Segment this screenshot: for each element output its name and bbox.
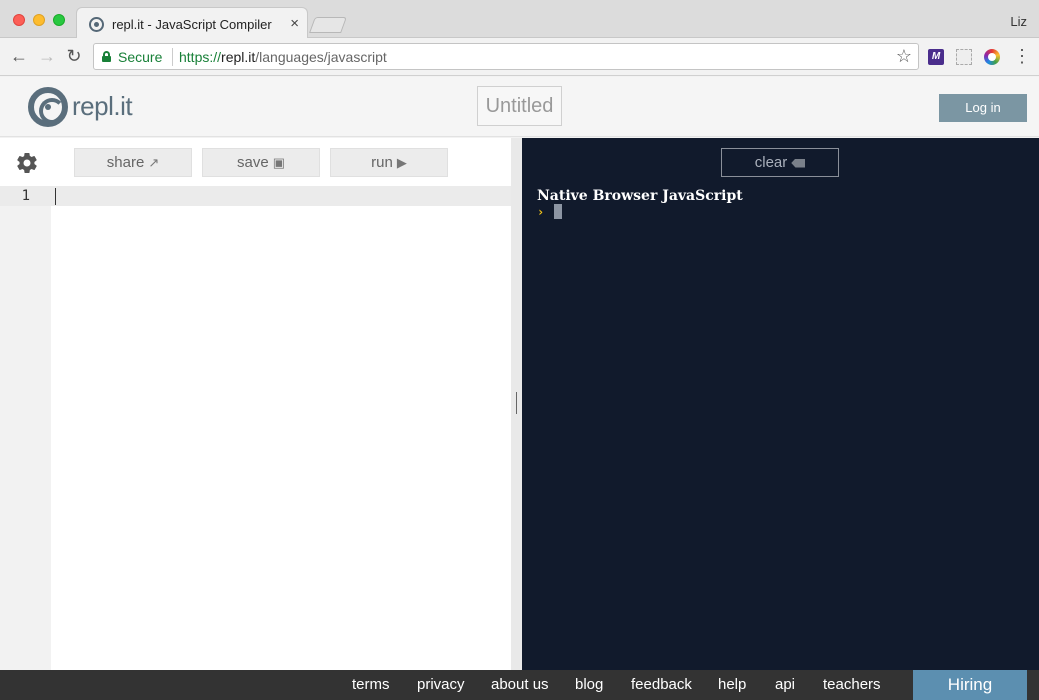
- footer-link-teachers[interactable]: teachers: [823, 676, 881, 693]
- minimize-window-button[interactable]: [33, 14, 45, 26]
- share-icon: ↗: [148, 155, 160, 170]
- clear-button[interactable]: clear: [721, 148, 839, 177]
- replit-favicon-icon: [89, 17, 104, 32]
- console-cursor[interactable]: [554, 204, 562, 219]
- tab-close-icon[interactable]: ×: [290, 15, 299, 32]
- forward-arrow-icon[interactable]: →: [37, 46, 57, 66]
- lock-icon: [102, 51, 111, 62]
- browser-window: repl.it - JavaScript Compiler × Liz ← → …: [0, 0, 1039, 700]
- backspace-icon: [791, 158, 806, 168]
- footer-link-help[interactable]: help: [718, 676, 746, 693]
- active-line-highlight[interactable]: [0, 186, 511, 206]
- editor-cursor: [55, 188, 56, 205]
- share-label: share: [106, 154, 145, 171]
- title-bar: repl.it - JavaScript Compiler × Liz: [0, 0, 1039, 39]
- back-arrow-icon[interactable]: ←: [9, 46, 29, 66]
- save-button[interactable]: save ▣: [202, 148, 320, 177]
- footer-link-blog[interactable]: blog: [575, 676, 603, 693]
- footer-link-api[interactable]: api: [775, 676, 795, 693]
- browser-menu-icon[interactable]: ⋮: [1013, 46, 1031, 66]
- settings-gear-icon[interactable]: [15, 151, 39, 175]
- splitter-grip-icon[interactable]: [516, 392, 517, 414]
- url-host: repl.it: [221, 49, 256, 65]
- share-button[interactable]: share ↗: [74, 148, 192, 177]
- project-title-field[interactable]: Untitled: [477, 86, 562, 126]
- console-pane[interactable]: clear Native Browser JavaScript ›: [522, 138, 1039, 670]
- console-banner: Native Browser JavaScript: [537, 188, 743, 204]
- save-disk-icon: ▣: [272, 155, 285, 170]
- browser-toolbar: ← → ↻ Secure https://repl.it/languages/j…: [0, 38, 1039, 76]
- address-bar[interactable]: Secure https://repl.it/languages/javascr…: [93, 43, 919, 70]
- save-label: save: [237, 154, 269, 171]
- prompt-chevron-icon: ›: [537, 205, 545, 219]
- run-label: run: [371, 154, 393, 171]
- line-number: 1: [21, 188, 30, 204]
- line-gutter: [0, 186, 51, 670]
- close-window-button[interactable]: [13, 14, 25, 26]
- secure-label: Secure: [118, 49, 163, 65]
- url-path: /languages/javascript: [255, 49, 387, 65]
- logo-text[interactable]: repl.it: [72, 91, 133, 122]
- maximize-window-button[interactable]: [53, 14, 65, 26]
- login-button[interactable]: Log in: [939, 94, 1027, 122]
- editor-pane: share ↗ save ▣ run ▶ 1: [0, 138, 511, 670]
- browser-tab[interactable]: repl.it - JavaScript Compiler ×: [76, 7, 308, 39]
- hiring-button[interactable]: Hiring: [913, 670, 1027, 700]
- tab-title: repl.it - JavaScript Compiler: [112, 17, 272, 32]
- replit-logo-icon[interactable]: [28, 87, 68, 127]
- bookmark-star-icon[interactable]: ☆: [896, 46, 912, 67]
- play-icon: ▶: [396, 155, 407, 170]
- reload-icon[interactable]: ↻: [64, 46, 84, 66]
- site-footer: terms privacy about us blog feedback hel…: [0, 670, 1039, 700]
- url-scheme: https://: [179, 49, 222, 65]
- address-divider: [172, 48, 173, 66]
- url-text[interactable]: https://repl.it/languages/javascript: [179, 49, 387, 65]
- extension-grid-icon[interactable]: [956, 49, 972, 65]
- footer-link-about-us[interactable]: about us: [491, 676, 549, 693]
- profile-name[interactable]: Liz: [1010, 14, 1027, 29]
- footer-link-terms[interactable]: terms: [352, 676, 390, 693]
- extension-color-wheel-icon[interactable]: [984, 49, 1000, 65]
- footer-link-feedback[interactable]: feedback: [631, 676, 692, 693]
- footer-link-privacy[interactable]: privacy: [417, 676, 465, 693]
- extension-m-icon[interactable]: M: [928, 49, 944, 65]
- new-tab-button[interactable]: [309, 17, 347, 33]
- run-button[interactable]: run ▶: [330, 148, 448, 177]
- clear-label: clear: [754, 154, 788, 171]
- site-header: repl.it Untitled Log in: [0, 77, 1039, 137]
